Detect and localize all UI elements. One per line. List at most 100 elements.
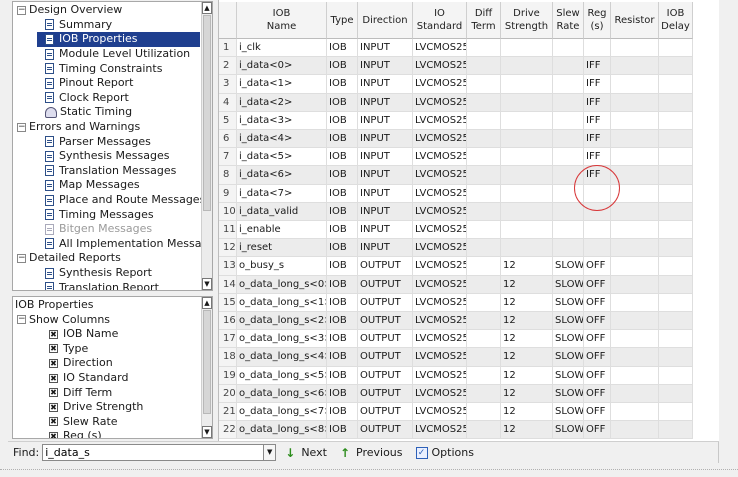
table-cell[interactable]: LVCMOS25	[413, 166, 467, 185]
table-cell[interactable]: LVCMOS25	[413, 421, 467, 440]
table-cell[interactable]	[659, 366, 693, 385]
table-cell[interactable]	[553, 148, 584, 167]
table-cell[interactable]: i_enable	[237, 221, 327, 240]
table-cell[interactable]: o_data_long_s<8>	[237, 421, 327, 440]
table-row[interactable]: 16 o_data_long_s<2> IOB OUTPUT LVCMOS25 12 SLO…	[219, 312, 693, 331]
checkbox-checked-icon[interactable]: ✖	[49, 344, 58, 354]
collapse-icon[interactable]: −	[17, 253, 26, 263]
table-cell[interactable]: IFF	[584, 130, 611, 149]
tree-item[interactable]: Synthesis Messages	[45, 149, 169, 164]
table-cell[interactable]	[659, 239, 693, 258]
column-header[interactable]: IOB Delay	[659, 2, 693, 39]
table-cell[interactable]: i_data<4>	[237, 130, 327, 149]
table-cell[interactable]: IOB	[327, 148, 358, 167]
table-cell[interactable]	[659, 184, 693, 203]
table-row[interactable]: 9 i_data<7> IOB INPUT LVCMOS25	[219, 184, 693, 203]
tree-scroll-thumb[interactable]	[203, 15, 211, 211]
table-cell[interactable]	[467, 166, 501, 185]
table-cell[interactable]: IOB	[327, 111, 358, 130]
table-row[interactable]: 11 i_enable IOB INPUT LVCMOS25	[219, 221, 693, 240]
table-cell[interactable]: SLOW	[553, 366, 584, 385]
table-cell[interactable]: LVCMOS25	[413, 75, 467, 94]
table-row[interactable]: 17 o_data_long_s<3> IOB OUTPUT LVCMOS25 12 SLO…	[219, 330, 693, 349]
table-cell[interactable]: IOB	[327, 293, 358, 312]
table-cell[interactable]	[553, 111, 584, 130]
table-cell[interactable]	[659, 384, 693, 403]
show-column-option[interactable]: ✖ Slew Rate	[49, 415, 118, 430]
table-cell[interactable]: LVCMOS25	[413, 366, 467, 385]
table-cell[interactable]	[659, 166, 693, 185]
table-cell[interactable]	[659, 293, 693, 312]
table-cell[interactable]	[501, 93, 553, 112]
table-cell[interactable]: INPUT	[358, 166, 413, 185]
table-cell[interactable]: LVCMOS25	[413, 111, 467, 130]
table-cell[interactable]: IFF	[584, 148, 611, 167]
table-cell[interactable]: IFF	[584, 75, 611, 94]
table-cell[interactable]: LVCMOS25	[413, 275, 467, 294]
tree-item[interactable]: Timing Constraints	[45, 61, 162, 76]
table-cell[interactable]: INPUT	[358, 75, 413, 94]
table-cell[interactable]	[659, 421, 693, 440]
show-column-option[interactable]: ✖ Diff Term	[49, 385, 112, 400]
table-cell[interactable]: SLOW	[553, 257, 584, 276]
table-cell[interactable]: INPUT	[358, 57, 413, 76]
table-cell[interactable]: INPUT	[358, 184, 413, 203]
table-cell[interactable]: i_reset	[237, 239, 327, 258]
table-cell[interactable]	[467, 330, 501, 349]
table-cell[interactable]	[611, 202, 659, 221]
table-cell[interactable]	[611, 257, 659, 276]
table-row[interactable]: 8 i_data<6> IOB INPUT LVCMOS25 IFF	[219, 166, 693, 185]
table-cell[interactable]: OFF	[584, 275, 611, 294]
table-row[interactable]: 14 o_data_long_s<0> IOB OUTPUT LVCMOS25 12 SLO…	[219, 275, 693, 294]
table-cell[interactable]	[467, 221, 501, 240]
find-next-button[interactable]: ↓ Next	[285, 446, 327, 460]
table-cell[interactable]	[553, 130, 584, 149]
table-cell[interactable]	[501, 202, 553, 221]
table-cell[interactable]: OUTPUT	[358, 366, 413, 385]
table-cell[interactable]: OUTPUT	[358, 384, 413, 403]
table-cell[interactable]	[659, 57, 693, 76]
checkbox-checked-icon[interactable]: ✖	[49, 431, 58, 438]
chevron-down-icon[interactable]: ▼	[264, 444, 277, 461]
checkbox-checked-icon[interactable]: ✖	[49, 417, 58, 427]
table-cell[interactable]	[553, 202, 584, 221]
table-cell[interactable]	[553, 57, 584, 76]
show-column-option[interactable]: ✖ Direction	[49, 356, 113, 371]
table-cell[interactable]: IOB	[327, 130, 358, 149]
table-cell[interactable]	[659, 312, 693, 331]
tree-item[interactable]: IOB Properties	[37, 32, 200, 47]
table-cell[interactable]: IOB	[327, 348, 358, 367]
table-cell[interactable]: IFF	[584, 57, 611, 76]
table-cell[interactable]	[611, 93, 659, 112]
show-column-option[interactable]: ✖ Drive Strength	[49, 400, 143, 415]
table-cell[interactable]	[611, 221, 659, 240]
show-column-option[interactable]: ✖ IOB Name	[49, 327, 118, 342]
table-row[interactable]: 22 o_data_long_s<8> IOB OUTPUT LVCMOS25 12 SLO…	[219, 421, 693, 440]
table-cell[interactable]	[659, 403, 693, 422]
tree-item[interactable]: Translation Report	[45, 280, 159, 290]
table-cell[interactable]: OFF	[584, 421, 611, 440]
table-cell[interactable]: IOB	[327, 403, 358, 422]
table-cell[interactable]	[659, 275, 693, 294]
table-cell[interactable]: OFF	[584, 257, 611, 276]
table-cell[interactable]: IOB	[327, 202, 358, 221]
table-cell[interactable]: o_data_long_s<1>	[237, 293, 327, 312]
table-cell[interactable]: o_busy_s	[237, 257, 327, 276]
table-cell[interactable]: LVCMOS25	[413, 221, 467, 240]
table-cell[interactable]: 12	[501, 330, 553, 349]
table-cell[interactable]: IOB	[327, 57, 358, 76]
tree-item[interactable]: All Implementation Messa...	[45, 237, 212, 252]
table-cell[interactable]: INPUT	[358, 39, 413, 58]
tree-item[interactable]: Map Messages	[45, 178, 140, 193]
table-cell[interactable]: OUTPUT	[358, 257, 413, 276]
table-cell[interactable]	[467, 93, 501, 112]
table-cell[interactable]	[611, 293, 659, 312]
table-cell[interactable]	[467, 421, 501, 440]
tree-scrollbar[interactable]: ▲ ▼	[201, 2, 212, 290]
table-cell[interactable]: 12	[501, 366, 553, 385]
table-cell[interactable]: OUTPUT	[358, 421, 413, 440]
checkbox-checked-icon[interactable]: ✖	[49, 358, 58, 368]
column-header[interactable]: Type	[327, 2, 358, 39]
table-cell[interactable]: LVCMOS25	[413, 293, 467, 312]
table-cell[interactable]	[659, 75, 693, 94]
